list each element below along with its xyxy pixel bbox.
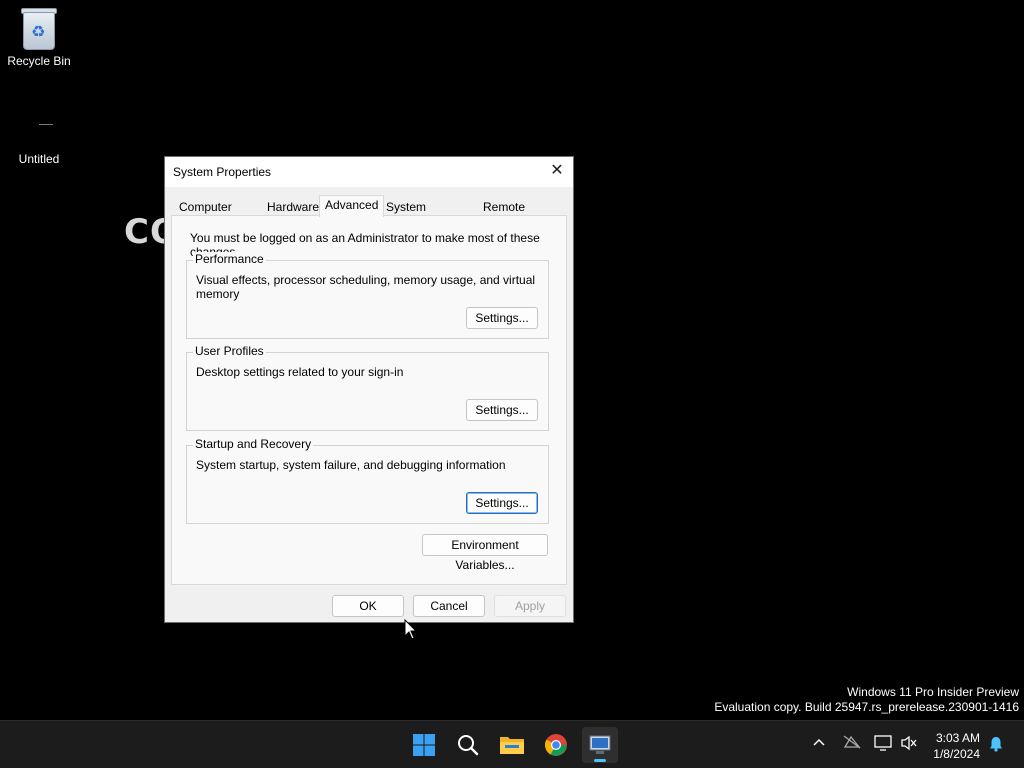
clock-date: 1/8/2024 [933, 747, 980, 761]
tab-computer-name[interactable]: Computer Name [173, 197, 238, 232]
evaluation-watermark: Windows 11 Pro Insider Preview Evaluatio… [714, 685, 1019, 715]
chevron-up-icon[interactable] [812, 735, 826, 751]
performance-group: Performance Visual effects, processor sc… [186, 252, 549, 339]
advanced-tab-panel: You must be logged on as an Administrato… [171, 215, 567, 585]
system-properties-dialog: System Properties ✕ Computer Name Hardwa… [164, 156, 574, 623]
startup-recovery-group: Startup and Recovery System startup, sys… [186, 437, 549, 524]
untitled-desktop-icon[interactable]: Untitled [0, 118, 78, 166]
clock[interactable]: 3:03 AM 1/8/2024 [933, 730, 980, 762]
volume-muted-icon[interactable] [900, 735, 918, 754]
group-description: System startup, system failure, and debu… [196, 458, 506, 472]
recycle-bin-label: Recycle Bin [7, 54, 71, 68]
startup-recovery-settings-button[interactable]: Settings... [466, 492, 538, 514]
taskbar: 3:03 AM 1/8/2024 [0, 720, 1024, 768]
performance-settings-button[interactable]: Settings... [466, 307, 538, 329]
environment-variables-button[interactable]: Environment Variables... [422, 534, 548, 572]
system-properties-icon[interactable] [582, 727, 618, 763]
watermark-line-2: Evaluation copy. Build 25947.rs_prerelea… [714, 700, 1019, 714]
ok-button[interactable]: OK [332, 595, 404, 617]
group-description: Visual effects, processor scheduling, me… [196, 273, 536, 301]
chrome-icon[interactable] [538, 727, 574, 763]
group-title: Startup and Recovery [193, 437, 314, 451]
clock-time: 3:03 AM [935, 731, 980, 745]
tab-advanced[interactable]: Advanced [319, 195, 385, 217]
notification-bell-icon[interactable] [988, 736, 1004, 755]
network-offline-icon[interactable] [843, 735, 861, 752]
recycle-bin-desktop-icon[interactable]: ♻ Recycle Bin [0, 6, 78, 68]
file-explorer-icon[interactable] [494, 727, 530, 763]
user-profiles-group: User Profiles Desktop settings related t… [186, 344, 549, 431]
tab-hardware[interactable]: Hardware [261, 197, 326, 216]
close-button[interactable]: ✕ [545, 159, 569, 183]
dialog-titlebar[interactable]: System Properties ✕ [165, 157, 573, 187]
document-icon [19, 118, 59, 148]
apply-button[interactable]: Apply [494, 595, 566, 617]
recycle-bin-icon: ♻ [19, 6, 59, 50]
start-icon[interactable] [406, 727, 442, 763]
tab-system-protection[interactable]: System Protection [380, 197, 447, 232]
watermark-line-1: Windows 11 Pro Insider Preview [847, 685, 1019, 699]
display-icon[interactable] [874, 735, 892, 754]
group-description: Desktop settings related to your sign-in [196, 365, 404, 379]
user-profiles-settings-button[interactable]: Settings... [466, 399, 538, 421]
dialog-title: System Properties [173, 165, 272, 179]
cancel-button[interactable]: Cancel [413, 595, 485, 617]
untitled-label: Untitled [18, 152, 60, 166]
group-title: Performance [193, 252, 266, 266]
tab-remote[interactable]: Remote [477, 197, 532, 216]
search-icon[interactable] [450, 727, 486, 763]
group-title: User Profiles [193, 344, 266, 358]
